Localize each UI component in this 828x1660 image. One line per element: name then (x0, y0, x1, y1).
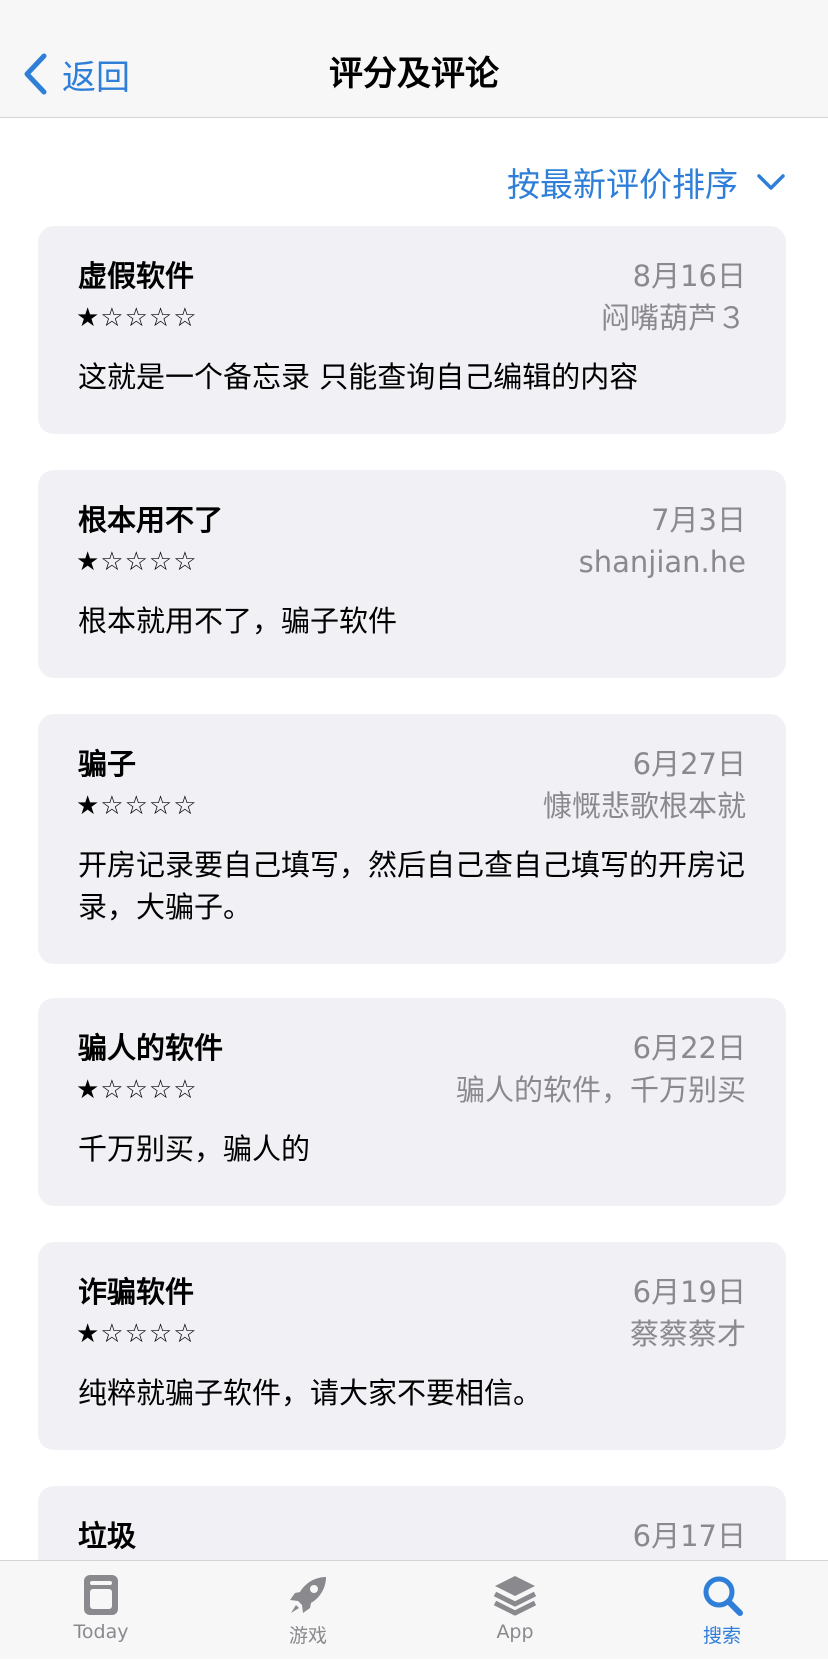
search-icon (703, 1576, 743, 1616)
review-date: 6月27日 (632, 747, 746, 781)
today-icon (84, 1575, 118, 1615)
review-card[interactable]: 诈骗软件 6月19日 ★☆☆☆☆ 蔡蔡蔡才 纯粹就骗子软件，请大家不要相信。 (38, 1242, 786, 1450)
star-rating: ★☆☆☆☆ (76, 1319, 198, 1349)
review-author: 骗人的软件，千万别买 (455, 1073, 746, 1107)
star-rating: ★☆☆☆☆ (76, 303, 198, 333)
review-body: 千万别买，骗人的 (78, 1132, 311, 1166)
chevron-down-icon (757, 174, 785, 190)
star-rating: ★☆☆☆☆ (76, 547, 198, 577)
review-author: 蔡蔡蔡才 (629, 1317, 746, 1351)
tab-today-label: Today (73, 1621, 129, 1643)
tab-search-label: 搜索 (702, 1625, 741, 1647)
review-body: 根本就用不了，骗子软件 (78, 604, 398, 638)
review-card[interactable]: 骗人的软件 6月22日 ★☆☆☆☆ 骗人的软件，千万别买 千万别买，骗人的 (38, 998, 786, 1206)
tab-today[interactable]: Today (41, 1561, 161, 1660)
review-body: 纯粹就骗子软件，请大家不要相信。 (78, 1376, 543, 1410)
review-author: 慷慨悲歌根本就 (542, 789, 746, 823)
review-title: 诈骗软件 (78, 1275, 195, 1309)
star-rating: ★☆☆☆☆ (76, 791, 198, 821)
review-card[interactable]: 骗子 6月27日 ★☆☆☆☆ 慷慨悲歌根本就 开房记录要自己填写，然后自己查自己… (38, 714, 786, 964)
review-card[interactable]: 虚假软件 8月16日 ★☆☆☆☆ 闷嘴葫芦３ 这就是一个备忘录 只能查询自己编辑… (38, 226, 786, 434)
tab-apps-label: App (496, 1621, 534, 1643)
review-date: 8月16日 (632, 259, 746, 293)
review-date: 6月19日 (632, 1275, 746, 1309)
review-title: 虚假软件 (78, 259, 195, 293)
sort-label: 按最新评价排序 (507, 165, 738, 204)
review-author: shanjian.he (578, 545, 746, 579)
review-author: 闷嘴葫芦３ (600, 301, 746, 335)
tab-games[interactable]: 游戏 (248, 1561, 368, 1660)
tab-bar: Today 游戏 App 搜索 (0, 1560, 828, 1659)
layers-icon (493, 1576, 537, 1616)
review-title: 骗人的软件 (78, 1031, 224, 1065)
tab-search[interactable]: 搜索 (662, 1561, 782, 1660)
navigation-bar: 返回 评分及评论 (0, 0, 828, 118)
rocket-icon (290, 1577, 326, 1613)
review-body: 开房记录要自己填写，然后自己查自己填写的开房记录，大骗子。 (78, 848, 746, 924)
tab-games-label: 游戏 (288, 1625, 327, 1647)
review-title: 垃圾 (78, 1519, 137, 1553)
review-body: 这就是一个备忘录 只能查询自己编辑的内容 (78, 360, 639, 394)
sort-dropdown[interactable]: 按最新评价排序 (507, 156, 786, 208)
tab-apps[interactable]: App (455, 1561, 575, 1660)
review-title: 骗子 (78, 747, 137, 781)
review-date: 7月3日 (651, 503, 746, 537)
review-date: 6月17日 (632, 1519, 746, 1553)
page-title: 评分及评论 (329, 54, 499, 94)
review-title: 根本用不了 (78, 503, 224, 537)
star-rating: ★☆☆☆☆ (76, 1075, 198, 1105)
review-card[interactable]: 根本用不了 7月3日 ★☆☆☆☆ shanjian.he 根本就用不了，骗子软件 (38, 470, 786, 678)
review-date: 6月22日 (632, 1031, 746, 1065)
review-card[interactable]: 垃圾 6月17日 (38, 1486, 786, 1560)
